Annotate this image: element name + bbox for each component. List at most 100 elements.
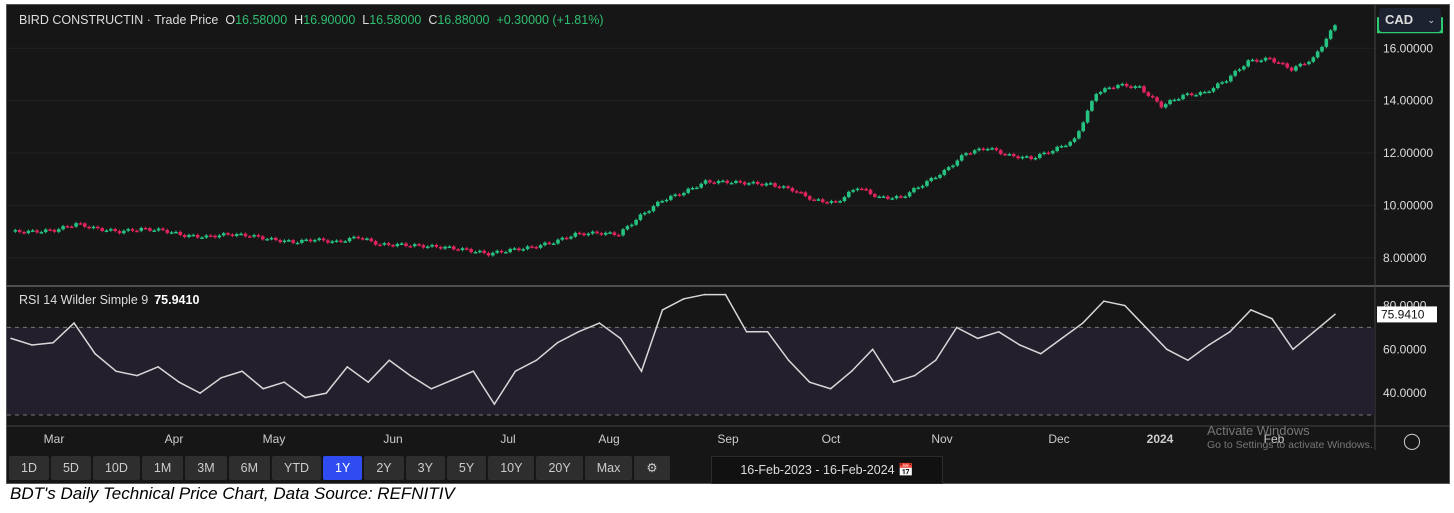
range-button-1d[interactable]: 1D	[9, 456, 49, 480]
range-button-ytd[interactable]: YTD	[272, 456, 322, 480]
candle-up	[1042, 152, 1046, 155]
range-button-1y[interactable]: 1Y	[323, 456, 363, 480]
candle-up	[716, 180, 721, 184]
range-button-5y[interactable]: 5Y	[446, 456, 487, 480]
candle-down	[82, 223, 87, 227]
high-value: 16.90000	[303, 13, 356, 27]
candle-up	[295, 242, 300, 245]
candle-up	[317, 238, 322, 241]
rsi-point	[1166, 348, 1168, 351]
rsi-point	[430, 387, 433, 390]
rsi-point	[535, 359, 538, 362]
range-button-20y[interactable]: 20Y	[536, 456, 583, 480]
candle-up	[1185, 93, 1190, 95]
price-tick: 8.00000	[1383, 251, 1427, 265]
range-button-3y[interactable]: 3Y	[405, 456, 445, 480]
candle-down	[760, 184, 764, 186]
rsi-point	[52, 341, 54, 344]
candle-up	[1020, 156, 1025, 159]
settings-icon[interactable]: ◯	[1403, 431, 1421, 451]
candle-down	[22, 232, 26, 234]
candle-up	[816, 199, 821, 201]
range-button-6m[interactable]: 6M	[228, 456, 271, 480]
rsi-tick: 60.0000	[1383, 342, 1427, 356]
candle-down	[1189, 93, 1194, 96]
range-button-3m[interactable]: 3M	[185, 456, 227, 480]
rsi-point	[409, 374, 412, 377]
candle-down	[803, 192, 808, 197]
candle-up	[912, 188, 916, 193]
rsi-point	[1018, 344, 1021, 346]
currency-select[interactable]: CAD ⌄	[1379, 8, 1441, 32]
candle-up	[187, 234, 191, 237]
candle-down	[807, 196, 812, 200]
rsi-point	[892, 381, 895, 383]
date-sep: -	[815, 463, 820, 477]
month-label: Sep	[717, 432, 739, 446]
candle-up	[907, 192, 912, 197]
candle-up	[964, 153, 968, 156]
candle-up	[1038, 154, 1042, 158]
candle-up	[1194, 95, 1198, 97]
rsi-point	[829, 387, 832, 390]
rsi-point	[976, 337, 979, 340]
candle-up	[1081, 122, 1086, 132]
candle-up	[234, 234, 239, 236]
rsi-value: 75.9410	[154, 293, 200, 307]
range-button-10y[interactable]: 10Y	[488, 456, 535, 480]
range-buttons: 1D 5D 10D 1M 3M 6M YTD 1Y 2Y 3Y 5Y 10Y 20Y Max ⚙	[9, 456, 670, 480]
candle-up	[521, 249, 526, 251]
candle-up	[352, 236, 356, 239]
candle-up	[629, 224, 634, 227]
candle-up	[221, 233, 226, 236]
candle-up	[608, 232, 612, 234]
candle-down	[78, 223, 83, 225]
candle-up	[1168, 100, 1172, 105]
range-button-10d[interactable]: 10D	[92, 456, 140, 480]
candle-up	[1250, 59, 1255, 62]
candle-up	[39, 232, 44, 234]
candle-up	[304, 239, 308, 242]
candle-up	[1207, 91, 1211, 94]
candle-down	[825, 202, 829, 204]
range-button-5d[interactable]: 5D	[50, 456, 91, 480]
candle-up	[734, 180, 738, 183]
candle-down	[1155, 97, 1159, 102]
rsi-point	[955, 326, 958, 329]
date-range-picker[interactable]: 16-Feb-2023 - 16-Feb-2024 📅	[711, 456, 943, 484]
rsi-point	[1292, 348, 1294, 351]
candle-up	[252, 235, 256, 237]
candle-down	[777, 186, 782, 189]
gear-icon[interactable]: ⚙	[634, 456, 670, 480]
candle-down	[339, 240, 343, 243]
candle-down	[1268, 57, 1272, 60]
candle-down	[161, 228, 165, 231]
candle-up	[347, 237, 352, 242]
range-button-1m[interactable]: 1M	[141, 456, 184, 480]
range-button-2y[interactable]: 2Y	[364, 456, 404, 480]
range-button-max[interactable]: Max	[584, 456, 633, 480]
rsi-point	[31, 344, 33, 346]
candle-up	[699, 183, 704, 188]
candle-down	[391, 245, 395, 247]
rsi-point	[1145, 326, 1147, 329]
candle-down	[291, 240, 295, 243]
candle-down	[213, 235, 217, 238]
candle-up	[1085, 110, 1090, 123]
rsi-point	[10, 337, 12, 340]
candle-down	[1159, 101, 1164, 108]
candle-up	[955, 160, 960, 166]
rsi-point	[283, 381, 286, 383]
candle-up	[61, 226, 65, 230]
candle-down	[178, 231, 183, 236]
candle-up	[313, 240, 317, 242]
candle-up	[1198, 92, 1203, 96]
month-label: Nov	[931, 432, 952, 446]
candle-down	[386, 243, 391, 246]
candle-down	[794, 191, 799, 193]
candle-up	[942, 169, 947, 175]
month-label: Jun	[383, 432, 402, 446]
candle-down	[373, 241, 378, 245]
chart-svg[interactable]: 8.00000 10.00000 12.00000 14.00000 16.00000 4…	[7, 5, 1449, 483]
candle-up	[543, 242, 547, 246]
